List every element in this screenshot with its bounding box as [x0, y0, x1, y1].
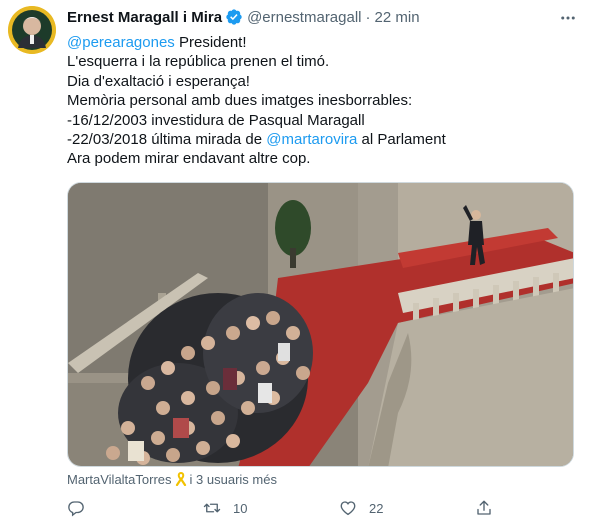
- mention-link[interactable]: @perearagones: [67, 34, 175, 51]
- more-icon: [561, 16, 575, 20]
- more-options-button[interactable]: [556, 6, 580, 30]
- heart-icon: [340, 501, 356, 516]
- mention-link[interactable]: @martarovira: [266, 131, 357, 148]
- tweet-actions: 10 22: [67, 496, 507, 524]
- reply-icon: [68, 501, 84, 517]
- text-line: Dia d'exaltació i esperança!: [67, 72, 250, 90]
- tagged-user-name[interactable]: MartaVilaltaTorres: [67, 472, 172, 487]
- timestamp[interactable]: 22 min: [375, 9, 420, 26]
- text-line: -16/12/2003 investidura de Pasqual Marag…: [67, 111, 365, 129]
- text-fragment: President!: [174, 34, 247, 51]
- text-line: @perearagones President!: [67, 33, 577, 52]
- text-line: Memòria personal amb dues imatges inesbo…: [67, 92, 413, 110]
- yellow-ribbon-icon: [175, 472, 187, 486]
- text-fragment: -22/03/2018 última mirada de: [67, 131, 267, 149]
- share-button[interactable]: [475, 496, 493, 520]
- author-name[interactable]: Ernest Maragall i Mira: [67, 9, 222, 26]
- retweet-button[interactable]: 10: [203, 496, 247, 520]
- tweet-text: @perearagones President! L'esquerra i la…: [67, 33, 577, 169]
- tweet[interactable]: Ernest Maragall i Mira @ernestmaragall ·…: [0, 0, 589, 524]
- parliament-staircase-photo: [68, 183, 573, 466]
- text-fragment: al Parlament: [357, 131, 446, 149]
- text-line: -22/03/2018 última mirada de @martarovir…: [67, 130, 577, 149]
- profile-photo: [8, 6, 56, 54]
- tweet-header: Ernest Maragall i Mira @ernestmaragall ·…: [67, 7, 420, 27]
- like-button[interactable]: 22: [339, 496, 383, 520]
- separator-dot: ·: [365, 8, 371, 26]
- text-line: L'esquerra i la república prenen el timó…: [67, 53, 330, 71]
- like-count: 22: [369, 500, 384, 516]
- retweet-icon: [203, 503, 221, 513]
- reply-button[interactable]: [67, 496, 85, 520]
- share-icon: [477, 500, 491, 515]
- avatar[interactable]: [8, 6, 56, 54]
- retweet-count: 10: [233, 500, 248, 516]
- text-line: Ara podem mirar endavant altre cop.: [67, 150, 311, 168]
- verified-badge-icon: [225, 8, 243, 26]
- tagged-users[interactable]: MartaVilaltaTorres i 3 usuaris més: [67, 471, 277, 487]
- tweet-photo[interactable]: [67, 182, 574, 467]
- tagged-others[interactable]: i 3 usuaris més: [190, 472, 277, 487]
- author-handle[interactable]: @ernestmaragall: [247, 9, 361, 26]
